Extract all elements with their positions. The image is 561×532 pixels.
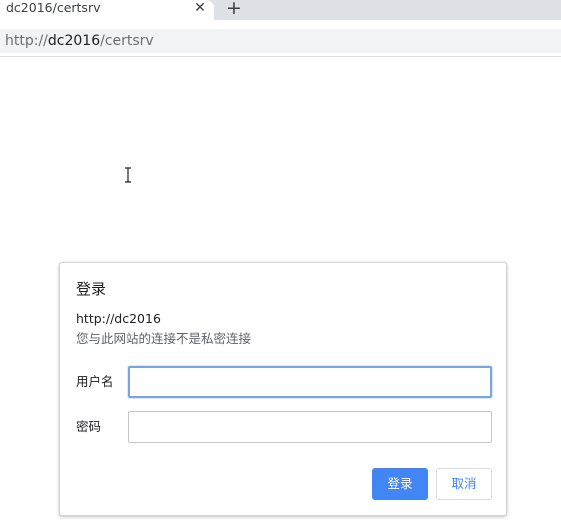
url-host: dc2016 xyxy=(47,33,101,49)
login-button[interactable]: 登录 xyxy=(372,468,428,500)
url-scheme: http:// xyxy=(5,33,48,49)
password-label: 密码 xyxy=(76,419,102,434)
tab-title: dc2016/certsrv xyxy=(6,0,101,15)
toolbar: http://dc2016/certsrv xyxy=(0,20,561,57)
cancel-button[interactable]: 取消 xyxy=(436,468,492,500)
text-cursor-icon xyxy=(125,167,131,183)
auth-dialog: 登录 http://dc2016 您与此网站的连接不是私密连接 用户名 密码 登… xyxy=(59,262,507,516)
browser-tab[interactable]: dc2016/certsrv ✕ xyxy=(0,0,214,20)
username-label: 用户名 xyxy=(76,374,114,389)
url-path: /certsrv xyxy=(100,33,154,49)
url-text: http://dc2016/certsrv xyxy=(5,33,154,49)
connection-warning: 您与此网站的连接不是私密连接 xyxy=(76,331,252,346)
address-bar[interactable]: http://dc2016/certsrv xyxy=(0,29,561,53)
tab-strip: dc2016/certsrv ✕ + xyxy=(0,0,561,20)
password-input[interactable] xyxy=(128,411,492,443)
dialog-origin: http://dc2016 xyxy=(76,311,161,326)
username-input[interactable] xyxy=(128,366,492,398)
close-icon[interactable]: ✕ xyxy=(192,0,208,16)
dialog-title: 登录 xyxy=(76,280,107,298)
plus-icon[interactable]: + xyxy=(224,0,244,18)
